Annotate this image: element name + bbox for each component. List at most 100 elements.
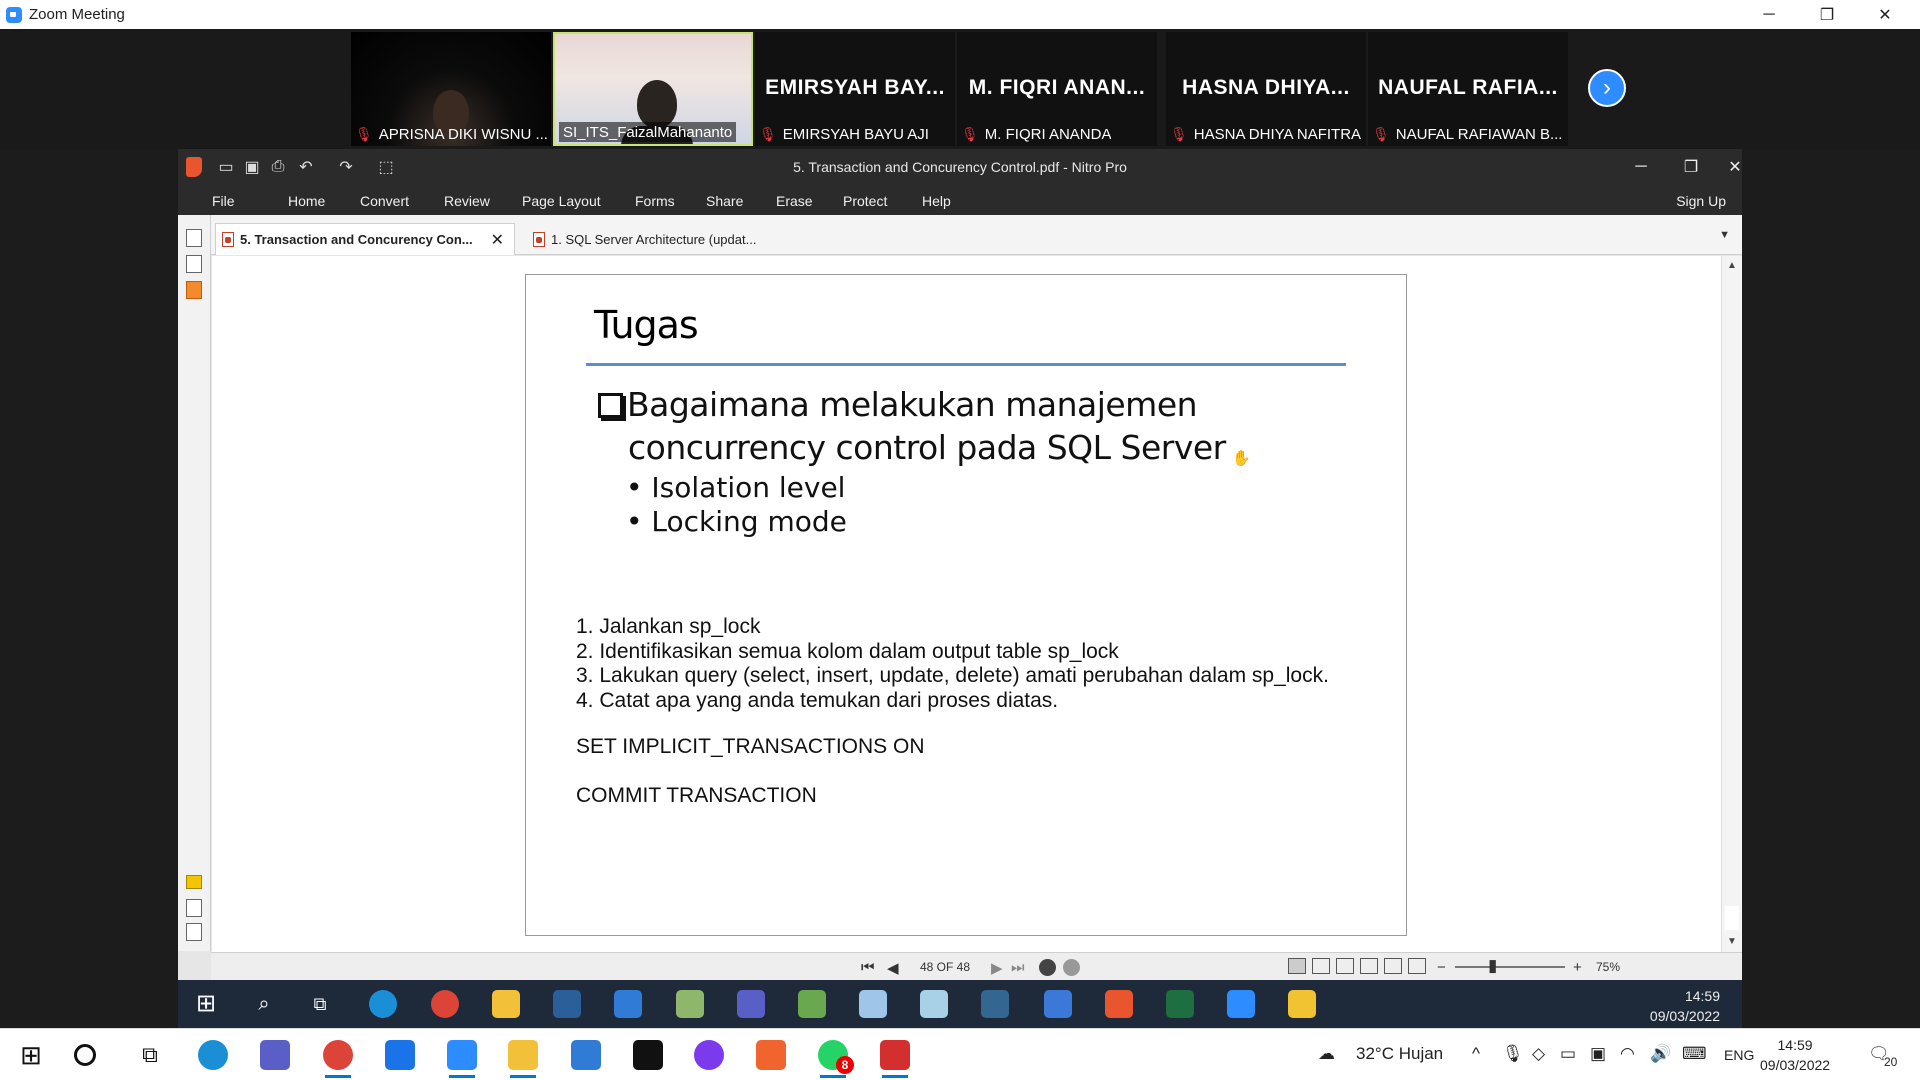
menu-home[interactable]: Home bbox=[288, 193, 325, 209]
participant-tile[interactable]: HASNA DHIYA... 🎙 HASNA DHIYA NAFITRA bbox=[1166, 32, 1366, 146]
zoom-in-icon[interactable]: + bbox=[1573, 959, 1582, 976]
host-clock[interactable]: 14:59 09/03/2022 bbox=[1760, 1035, 1830, 1075]
tab-transaction[interactable]: 5. Transaction and Concurency Con... ✕ bbox=[215, 223, 515, 255]
task-view-icon[interactable]: ⧉ bbox=[135, 1040, 165, 1070]
windows-start-icon[interactable]: ⊞ bbox=[192, 990, 220, 1018]
app-icon[interactable] bbox=[1288, 990, 1316, 1018]
media-icon[interactable] bbox=[1044, 990, 1072, 1018]
menu-page-layout[interactable]: Page Layout bbox=[522, 193, 601, 209]
sign-up-link[interactable]: Sign Up bbox=[1676, 193, 1726, 209]
nitro-close-button[interactable]: ✕ bbox=[1720, 155, 1750, 179]
zoom-icon[interactable] bbox=[1227, 990, 1255, 1018]
previous-page-icon[interactable]: ◀ bbox=[887, 959, 899, 977]
teams-icon[interactable] bbox=[260, 1040, 290, 1070]
wifi-icon[interactable]: ◠ bbox=[1620, 1044, 1635, 1064]
continuous-view-icon[interactable] bbox=[1312, 958, 1330, 974]
edge-icon[interactable] bbox=[198, 1040, 228, 1070]
dropbox-icon[interactable]: ◇ bbox=[1532, 1044, 1545, 1064]
github-icon[interactable] bbox=[694, 1040, 724, 1070]
search-icon[interactable] bbox=[74, 1044, 96, 1066]
nitro-minimize-button[interactable]: ─ bbox=[1626, 155, 1656, 179]
zoom-level[interactable]: 75% bbox=[1596, 960, 1620, 974]
zoom-slider-handle[interactable]: ▮ bbox=[1488, 956, 1497, 976]
menu-share[interactable]: Share bbox=[706, 193, 743, 209]
page-indicator[interactable]: 48 OF 48 bbox=[920, 960, 970, 974]
app-icon[interactable] bbox=[798, 990, 826, 1018]
single-page-view-icon[interactable] bbox=[1288, 958, 1306, 974]
menu-protect[interactable]: Protect bbox=[843, 193, 887, 209]
windows-start-icon[interactable]: ⊞ bbox=[16, 1040, 46, 1070]
menu-erase[interactable]: Erase bbox=[776, 193, 813, 209]
comments-panel-icon[interactable] bbox=[186, 875, 202, 889]
weather-icon[interactable]: ☁ bbox=[1318, 1044, 1335, 1064]
close-button[interactable]: ✕ bbox=[1856, 0, 1914, 29]
language-indicator[interactable]: ENG bbox=[1724, 1047, 1754, 1063]
fit-page-icon[interactable] bbox=[1384, 958, 1402, 974]
battery-icon[interactable]: ▭ bbox=[1560, 1044, 1576, 1064]
tray-chevron-icon[interactable]: ^ bbox=[1472, 1044, 1480, 1064]
weather-text[interactable]: 32°C Hujan bbox=[1356, 1044, 1443, 1064]
search-icon[interactable]: ⌕ bbox=[250, 990, 278, 1018]
menu-forms[interactable]: Forms bbox=[635, 193, 675, 209]
scroll-thumb[interactable] bbox=[1725, 906, 1739, 930]
last-page-icon[interactable]: ⏭ bbox=[1011, 959, 1025, 976]
volume-icon[interactable]: 🔊 bbox=[1650, 1044, 1671, 1064]
tabs-dropdown-icon[interactable]: ▼ bbox=[1719, 229, 1730, 241]
participant-tile[interactable]: 🎙 APRISNA DIKI WISNU ... bbox=[351, 32, 551, 146]
edge-icon[interactable] bbox=[369, 990, 397, 1018]
app-icon[interactable] bbox=[920, 990, 948, 1018]
menu-help[interactable]: Help bbox=[922, 193, 951, 209]
excel-icon[interactable] bbox=[1166, 990, 1194, 1018]
app-icon[interactable] bbox=[553, 990, 581, 1018]
zoom-slider[interactable] bbox=[1455, 966, 1565, 968]
menu-review[interactable]: Review bbox=[444, 193, 490, 209]
fit-width-icon[interactable] bbox=[1408, 958, 1426, 974]
security-icon[interactable] bbox=[614, 990, 642, 1018]
keyboard-icon[interactable]: ⌨ bbox=[1682, 1044, 1707, 1064]
nitro-pro-icon[interactable] bbox=[1105, 990, 1133, 1018]
acrobat-icon[interactable] bbox=[880, 1040, 910, 1078]
intellij-icon[interactable] bbox=[633, 1040, 663, 1070]
first-page-icon[interactable]: ⏮ bbox=[861, 959, 875, 976]
chrome-icon[interactable] bbox=[323, 1040, 353, 1078]
facing-view-icon[interactable] bbox=[1336, 958, 1354, 974]
whatsapp-icon[interactable]: 8 bbox=[818, 1040, 854, 1078]
next-page-arrow-icon[interactable]: › bbox=[1588, 69, 1626, 107]
teams-icon[interactable] bbox=[737, 990, 765, 1018]
zoom-icon[interactable] bbox=[447, 1040, 477, 1078]
next-page-icon[interactable]: ▶ bbox=[991, 959, 1003, 977]
menu-file[interactable]: File bbox=[212, 193, 235, 209]
participant-tile[interactable]: EMIRSYAH BAY... 🎙 EMIRSYAH BAYU AJI bbox=[755, 32, 955, 146]
zoom-out-icon[interactable]: − bbox=[1437, 959, 1446, 976]
xampp-icon[interactable] bbox=[756, 1040, 786, 1070]
tab-sql-architecture[interactable]: 1. SQL Server Architecture (updat... bbox=[527, 223, 787, 255]
paint-icon[interactable] bbox=[859, 990, 887, 1018]
vertical-scrollbar[interactable]: ▲ ▼ bbox=[1721, 256, 1742, 952]
menu-convert[interactable]: Convert bbox=[360, 193, 409, 209]
tab-close-icon[interactable]: ✕ bbox=[491, 230, 504, 250]
forward-view-icon[interactable] bbox=[1063, 959, 1080, 976]
task-view-icon[interactable]: ⧉ bbox=[306, 990, 334, 1018]
vscode-icon[interactable] bbox=[571, 1040, 601, 1070]
postgresql-icon[interactable] bbox=[981, 990, 1009, 1018]
attachments-panel-icon[interactable] bbox=[186, 899, 202, 917]
microphone-icon[interactable]: 🎙 bbox=[1502, 1044, 1524, 1064]
snipping-icon[interactable] bbox=[676, 990, 704, 1018]
nitro-restore-button[interactable]: ❐ bbox=[1676, 155, 1706, 179]
bookmarks-panel-icon[interactable] bbox=[186, 281, 202, 299]
mail-icon[interactable] bbox=[385, 1040, 415, 1070]
file-explorer-icon[interactable] bbox=[492, 990, 520, 1018]
pages-panel-icon[interactable] bbox=[186, 229, 202, 247]
participant-tile[interactable]: M. FIQRI ANAN... 🎙 M. FIQRI ANANDA bbox=[957, 32, 1157, 146]
scroll-up-icon[interactable]: ▲ bbox=[1727, 260, 1737, 271]
minimize-button[interactable]: ─ bbox=[1740, 0, 1798, 29]
search-panel-icon[interactable] bbox=[186, 255, 202, 273]
participant-tile-active[interactable]: SI_ITS_FaizalMahananto bbox=[553, 32, 753, 146]
display-icon[interactable]: ▣ bbox=[1590, 1044, 1606, 1064]
restore-button[interactable]: ❐ bbox=[1798, 0, 1856, 29]
scroll-down-icon[interactable]: ▼ bbox=[1727, 936, 1737, 947]
output-panel-icon[interactable] bbox=[186, 923, 202, 941]
back-view-icon[interactable] bbox=[1039, 959, 1056, 976]
facing-continuous-view-icon[interactable] bbox=[1360, 958, 1378, 974]
file-explorer-icon[interactable] bbox=[508, 1040, 538, 1078]
